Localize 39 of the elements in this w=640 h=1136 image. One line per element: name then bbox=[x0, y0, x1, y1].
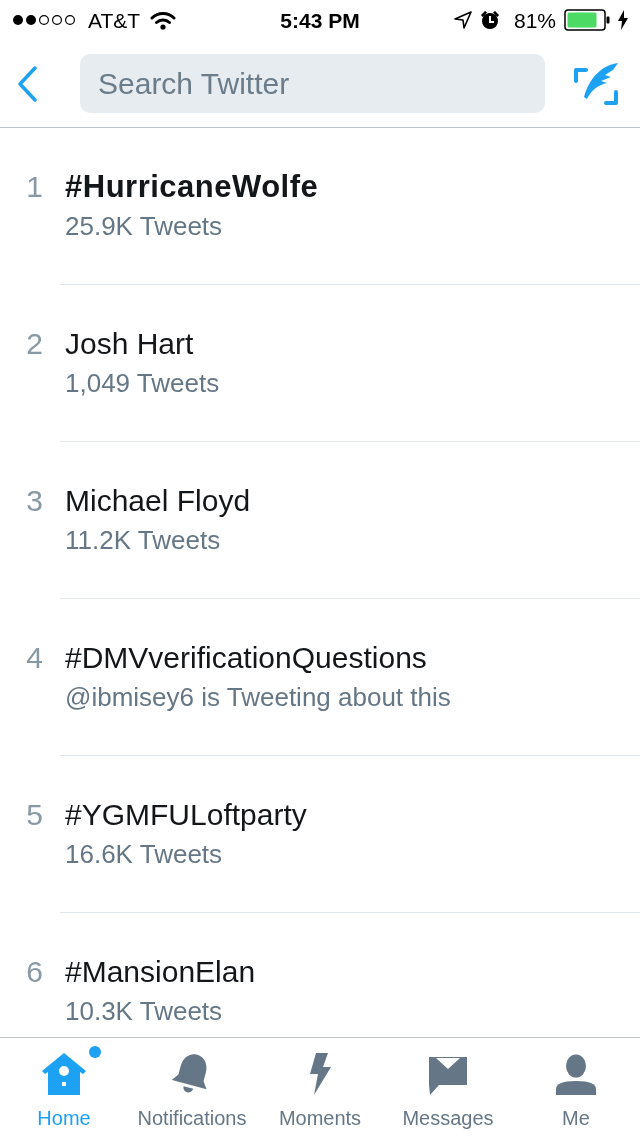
location-arrow-icon bbox=[453, 11, 472, 29]
tab-bar-tab[interactable]: Moments bbox=[256, 1038, 384, 1136]
tab-bar-tab[interactable]: Messages bbox=[384, 1038, 512, 1136]
battery-percent: 81% bbox=[513, 9, 556, 31]
tab-bar-tab[interactable]: Me bbox=[512, 1038, 640, 1136]
wifi-icon bbox=[150, 10, 177, 30]
lightning-icon bbox=[308, 1052, 332, 1096]
trend-detail: @ibmisey6 is Tweeting about this bbox=[65, 681, 451, 714]
trend-rank: 1 bbox=[26, 170, 43, 203]
trend-detail: 16.6K Tweets bbox=[65, 838, 223, 871]
alarm-clock-icon bbox=[479, 10, 500, 30]
trend-detail: 11.2K Tweets bbox=[65, 524, 221, 557]
trend-detail: 10.3K Tweets bbox=[65, 995, 223, 1028]
trend-detail: 25.9K Tweets bbox=[65, 210, 223, 243]
back-chevron-icon bbox=[15, 64, 39, 103]
trend-name[interactable]: #MansionElan bbox=[65, 953, 256, 991]
clock-time: 5:43 PM bbox=[280, 9, 360, 31]
trend-name[interactable]: #DMVverificationQuestions bbox=[65, 639, 427, 677]
trend-name[interactable]: #YGMFULoftparty bbox=[65, 796, 307, 834]
compose-button[interactable] bbox=[572, 60, 620, 107]
carrier-name: AT&T bbox=[88, 9, 141, 31]
trend-rank: 6 bbox=[26, 955, 43, 988]
trend-name[interactable]: Michael Floyd bbox=[65, 482, 251, 520]
trend-name[interactable]: Josh Hart bbox=[65, 325, 194, 363]
trend-rank: 4 bbox=[26, 641, 43, 674]
charging-bolt-icon bbox=[618, 10, 628, 30]
battery-icon bbox=[564, 9, 610, 31]
search-field[interactable]: Search Twitter bbox=[80, 54, 545, 113]
envelope-icon bbox=[427, 1056, 469, 1096]
trend-rank: 3 bbox=[26, 484, 43, 517]
quill-compose-icon bbox=[573, 61, 619, 106]
trend-detail: 1,049 Tweets bbox=[65, 367, 220, 400]
trend-name[interactable]: #HurricaneWolfe bbox=[65, 168, 319, 206]
person-icon bbox=[555, 1054, 597, 1096]
signal-strength-icon bbox=[12, 14, 78, 26]
tab-bar-tab[interactable]: Notifications bbox=[128, 1038, 256, 1136]
trend-rank: 2 bbox=[26, 327, 43, 360]
trend-rank: 5 bbox=[26, 798, 43, 831]
house-icon bbox=[41, 1052, 87, 1096]
